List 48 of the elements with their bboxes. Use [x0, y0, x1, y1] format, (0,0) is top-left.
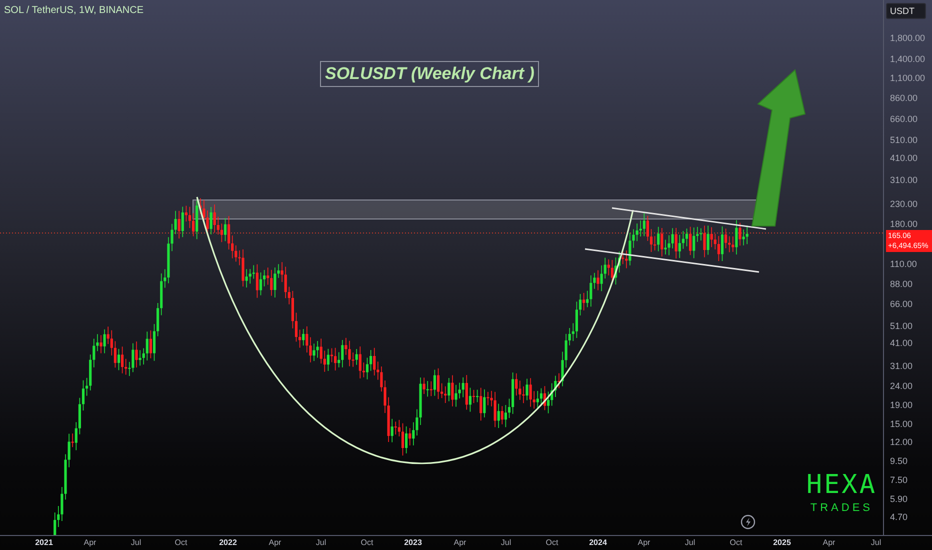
time-label: Jul	[684, 538, 696, 547]
price-label: 9.50	[890, 456, 908, 466]
price-label: 180.00	[890, 219, 918, 229]
time-label: Jul	[870, 538, 882, 547]
time-label: 2023	[404, 538, 422, 547]
time-label: 2024	[589, 538, 607, 547]
price-label: 15.00	[890, 419, 913, 429]
chart-title: SOLUSDT (Weekly Chart )	[320, 61, 540, 87]
price-label: 5.90	[890, 494, 908, 504]
time-label: Apr	[84, 538, 96, 547]
time-label: 2025	[773, 538, 791, 547]
time-label: Oct	[546, 538, 558, 547]
price-label: 1,400.00	[890, 54, 926, 64]
time-label: Jul	[316, 538, 326, 547]
time-label: 2021	[35, 538, 53, 547]
price-label: 12.00	[890, 437, 913, 447]
price-label: 51.00	[890, 321, 913, 331]
price-label: 4.70	[890, 512, 908, 522]
time-label: Oct	[730, 538, 742, 547]
time-label: Apr	[638, 538, 650, 547]
currency-label[interactable]: USDT	[886, 3, 926, 19]
time-label: Apr	[454, 538, 466, 547]
price-label: 310.00	[890, 175, 918, 185]
time-label: Oct	[174, 538, 188, 547]
time-label: Apr	[268, 538, 282, 547]
price-label: 1,100.00	[890, 73, 926, 83]
time-label: Oct	[360, 538, 374, 547]
price-label: 66.00	[890, 299, 913, 309]
price-label: 410.00	[890, 153, 918, 163]
price-label: 41.00	[890, 338, 913, 348]
time-label: Jul	[500, 538, 512, 547]
price-label: 1,800.00	[890, 33, 926, 43]
logo-tagline: TRADES	[810, 501, 873, 516]
logo-wordmark: HEXA	[806, 470, 877, 500]
price-label: 660.00	[890, 114, 918, 124]
price-label: 19.00	[890, 400, 913, 410]
price-label: 860.00	[890, 93, 918, 103]
symbol-header: SOL / TetherUS, 1W, BINANCE	[4, 5, 144, 16]
price-label: 88.00	[890, 279, 913, 289]
price-label: 510.00	[890, 135, 918, 145]
price-label: 110.00	[890, 259, 917, 269]
price-label: 230.00	[890, 199, 918, 209]
price-label: 7.50	[890, 475, 908, 485]
price-label: 24.00	[890, 381, 913, 391]
time-label: Jul	[130, 538, 142, 547]
time-label: 2022	[219, 538, 237, 547]
time-label: Apr	[822, 538, 836, 547]
price-label: 31.00	[890, 361, 913, 371]
